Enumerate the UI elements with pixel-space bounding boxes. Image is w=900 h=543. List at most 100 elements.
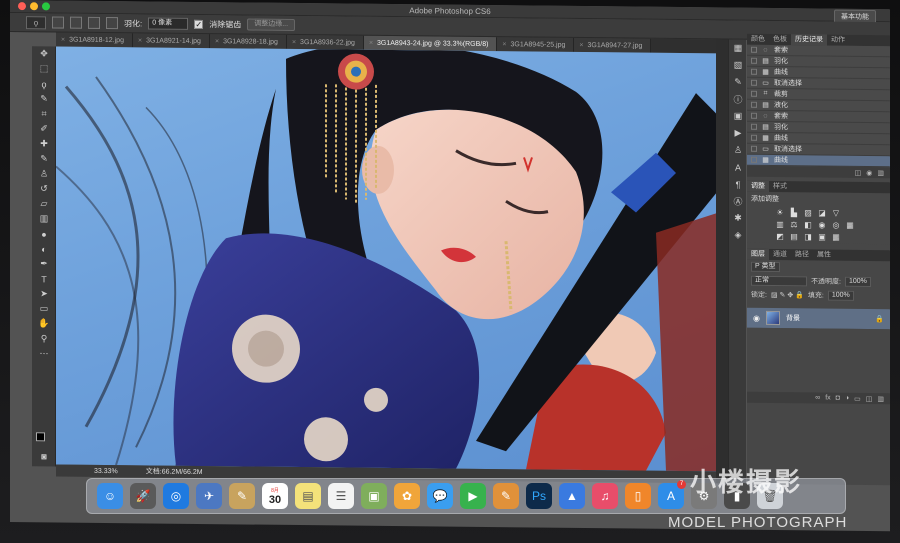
add-mask-icon[interactable]: ◘ xyxy=(836,395,840,402)
history-source-checkbox[interactable] xyxy=(751,90,757,97)
healing-tool-icon[interactable]: ✚ xyxy=(32,136,56,151)
blur-tool-icon[interactable]: ● xyxy=(32,226,56,241)
history-source-checkbox[interactable] xyxy=(751,156,757,163)
history-brush-tool-icon[interactable]: ↺ xyxy=(32,181,56,196)
brightness-icon[interactable]: ☀ xyxy=(775,208,785,218)
eye-icon[interactable]: ◉ xyxy=(753,313,760,322)
lasso-preset-icon[interactable]: ϙ xyxy=(26,15,46,29)
layer-style-icon[interactable]: fx xyxy=(825,395,830,402)
brush-tool-icon[interactable]: ✎ xyxy=(32,151,56,166)
tab-document[interactable]: × 3G1A8921-14.jpg xyxy=(132,33,210,49)
link-layers-icon[interactable]: ∞ xyxy=(815,394,820,401)
history-source-checkbox[interactable] xyxy=(751,134,757,141)
panel-tab[interactable]: 样式 xyxy=(769,181,791,192)
navigator-panel-icon[interactable]: ▣ xyxy=(729,108,747,125)
selective-color-icon[interactable]: ▣ xyxy=(817,232,827,242)
brush-panel-icon[interactable]: ✎ xyxy=(729,74,747,91)
new-selection-icon[interactable] xyxy=(52,16,64,29)
history-panel-icon[interactable]: ▦ xyxy=(729,40,747,57)
tab-document[interactable]: × 3G1A8947-27.jpg xyxy=(574,37,652,53)
messages-icon[interactable]: 💬 xyxy=(427,483,453,509)
launchpad-icon[interactable]: 🚀 xyxy=(130,483,156,509)
character-panel-icon[interactable]: A xyxy=(729,159,747,176)
quick-mask-icon[interactable]: ◙ xyxy=(32,448,56,463)
gradient-tool-icon[interactable]: ▥ xyxy=(32,211,56,226)
color-balance-icon[interactable]: ⚖ xyxy=(789,220,799,230)
curves-adjust-icon[interactable]: ▨ xyxy=(803,208,813,218)
new-layer-icon[interactable]: ◫ xyxy=(866,394,873,402)
camera-icon[interactable]: ◉ xyxy=(866,168,872,176)
history-source-checkbox[interactable] xyxy=(751,101,757,108)
close-tab-icon[interactable]: × xyxy=(138,37,142,44)
blend-mode-select[interactable]: 正常 xyxy=(751,275,807,287)
clone-source-icon[interactable]: ♙ xyxy=(729,142,747,159)
vibrance-icon[interactable]: ▽ xyxy=(831,209,841,219)
hand-tool-icon[interactable]: ✋ xyxy=(32,316,56,331)
layer-kind-select[interactable]: P 类型 xyxy=(751,261,780,273)
photo-filter-icon[interactable]: ◉ xyxy=(817,220,827,230)
stamp-tool-icon[interactable]: ♙ xyxy=(32,166,56,181)
channel-mixer-icon[interactable]: ◎ xyxy=(831,221,841,231)
delete-layer-icon[interactable]: ▥ xyxy=(877,395,884,403)
history-source-checkbox[interactable] xyxy=(751,68,757,75)
ibooks-icon[interactable]: ▯ xyxy=(625,483,651,509)
more-tools-icon[interactable]: ⋯ xyxy=(32,346,56,361)
history-source-checkbox[interactable] xyxy=(751,145,757,152)
panel-tab[interactable]: 历史记录 xyxy=(791,34,827,46)
preview-icon[interactable]: ✈ xyxy=(196,483,222,509)
photos-icon[interactable]: ✿ xyxy=(394,483,420,509)
lock-icons[interactable]: ▨ ✎ ✥ 🔒 xyxy=(771,291,804,299)
tab-document[interactable]: × 3G1A8945-25.jpg xyxy=(497,37,575,52)
trash-history-icon[interactable]: ▥ xyxy=(877,169,884,177)
levels-icon[interactable]: ▙ xyxy=(789,208,799,218)
photoshop-icon[interactable]: Ps xyxy=(526,483,552,509)
add-selection-icon[interactable] xyxy=(70,16,82,29)
shape-tool-icon[interactable]: ▭ xyxy=(32,301,56,316)
posterize-icon[interactable]: ▤ xyxy=(789,232,799,242)
history-source-checkbox[interactable] xyxy=(751,112,757,119)
new-group-icon[interactable]: ▭ xyxy=(854,394,861,402)
3d-panel-icon[interactable]: ◈ xyxy=(729,227,747,244)
panel-tab[interactable]: 路径 xyxy=(791,249,813,260)
calendar-icon[interactable]: 8月 30 xyxy=(262,483,288,509)
safari-icon[interactable]: ◎ xyxy=(163,483,189,509)
history-source-checkbox[interactable] xyxy=(751,46,757,53)
close-tab-icon[interactable]: × xyxy=(579,41,583,48)
eyedropper-tool-icon[interactable]: ✐ xyxy=(32,121,56,136)
gradient-map-icon[interactable]: ▦ xyxy=(831,233,841,243)
history-source-checkbox[interactable] xyxy=(751,79,757,86)
actions-panel-icon[interactable]: ▶ xyxy=(729,125,747,142)
notes-icon[interactable]: ✎ xyxy=(229,483,255,509)
document-canvas[interactable] xyxy=(56,46,716,472)
path-select-tool-icon[interactable]: ➤ xyxy=(32,286,56,301)
tab-document[interactable]: × 3G1A8936-22.jpg xyxy=(286,34,364,50)
pen-tool-icon[interactable]: ✒ xyxy=(32,256,56,271)
keynote-icon[interactable]: ▲ xyxy=(559,483,585,509)
close-tab-icon[interactable]: × xyxy=(61,36,65,43)
layer-row-background[interactable]: ◉ 背景 🔒 xyxy=(747,307,890,330)
zoom-tool-icon[interactable]: ⚲ xyxy=(32,331,56,346)
threshold-icon[interactable]: ◨ xyxy=(803,232,813,242)
tab-document[interactable]: × 3G1A8928-18.jpg xyxy=(209,34,287,49)
lasso-tool-icon[interactable]: ϙ xyxy=(32,76,56,91)
move-tool-icon[interactable]: ✥ xyxy=(32,46,56,61)
intersect-selection-icon[interactable] xyxy=(106,17,118,30)
swatches-panel-icon[interactable]: ▧ xyxy=(729,57,747,74)
paragraph-panel-icon[interactable]: ¶ xyxy=(729,176,747,193)
opacity-input[interactable]: 100% xyxy=(844,276,871,288)
tab-document[interactable]: × 3G1A8918-12.jpg xyxy=(56,32,133,48)
finder-icon[interactable]: ☺ xyxy=(97,483,123,509)
subtract-selection-icon[interactable] xyxy=(88,16,100,29)
zoom-level[interactable]: 33.33% xyxy=(94,467,118,474)
exposure-icon[interactable]: ◪ xyxy=(817,208,827,218)
facetime-icon[interactable]: ▶ xyxy=(460,483,486,509)
app-store-icon[interactable]: A7 xyxy=(658,480,686,509)
new-adjustment-icon[interactable]: ◑ xyxy=(845,395,849,402)
pages-icon[interactable]: ✎ xyxy=(493,483,519,509)
feather-input[interactable]: 0 像素 xyxy=(148,17,189,30)
quick-select-tool-icon[interactable]: ✎ xyxy=(32,91,56,106)
fill-input[interactable]: 100% xyxy=(827,290,854,301)
photo-booth-icon[interactable]: ▣ xyxy=(361,483,387,509)
hue-saturation-icon[interactable]: ▥ xyxy=(775,220,785,230)
reminders-icon[interactable]: ☰ xyxy=(328,483,354,509)
